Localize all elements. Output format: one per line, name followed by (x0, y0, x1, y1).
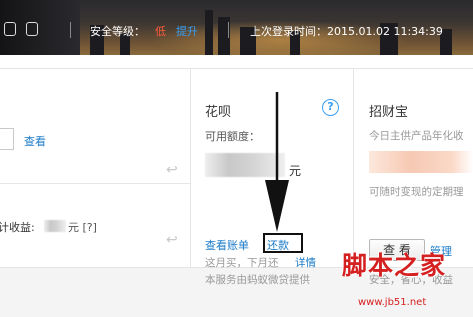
arrow-head (265, 180, 289, 232)
watermark-url: www.jb51.net (358, 297, 427, 308)
watermark-logo: 脚本之家 (342, 251, 447, 280)
